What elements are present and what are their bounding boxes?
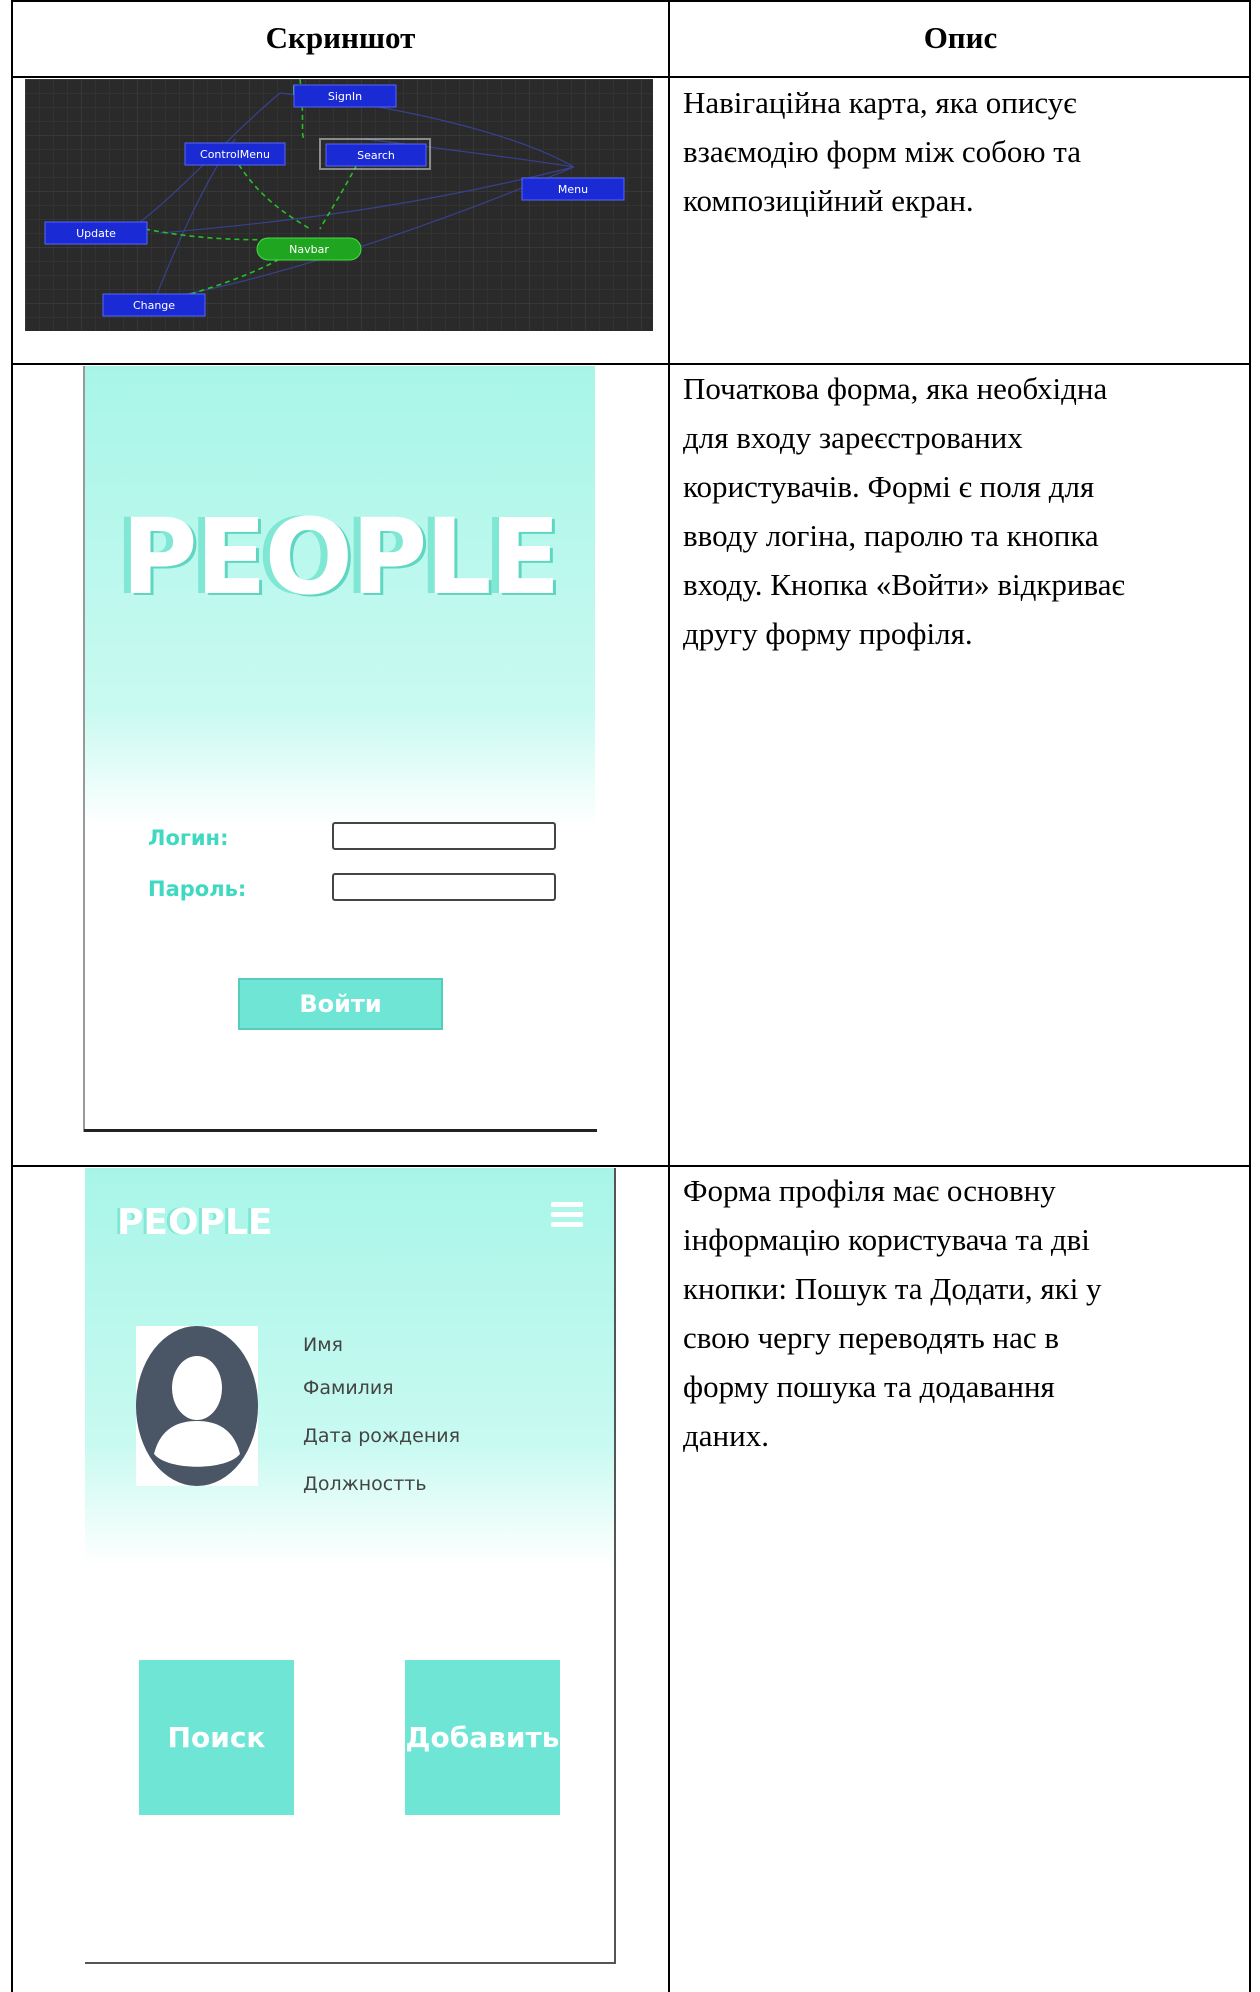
desc-line: композиційний екран. <box>683 183 974 218</box>
description-profile: Форма профіля має основну інформацію кор… <box>683 1166 1243 1460</box>
column-divider <box>668 0 670 1992</box>
desc-line: входу. Кнопка «Войти» відкриває <box>683 567 1125 602</box>
login-button[interactable]: Войти <box>238 978 443 1030</box>
header-screenshot: Скриншот <box>265 20 416 55</box>
desc-line: другу форму профіля. <box>683 616 973 651</box>
desc-line: вводу логіна, паролю та кнопка <box>683 518 1099 553</box>
profile-frame-bottom <box>85 1962 616 1964</box>
login-input[interactable] <box>332 822 556 850</box>
desc-line: для входу зареєстрованих <box>683 420 1023 455</box>
header-description: Опис <box>923 20 998 55</box>
node-menu[interactable]: Menu <box>521 177 625 201</box>
desc-line: форму пошука та додавання <box>683 1369 1055 1404</box>
avatar <box>136 1326 258 1486</box>
add-button[interactable]: Добавить <box>405 1660 560 1815</box>
desc-line: Форма профіля має основну <box>683 1173 1056 1208</box>
desc-line: інформацію користувача та дві <box>683 1222 1090 1257</box>
description-login: Початкова форма, яка необхідна для входу… <box>683 364 1243 658</box>
profile-frame-right <box>614 1168 616 1964</box>
login-label: Логин: <box>148 826 229 850</box>
password-input[interactable] <box>332 873 556 901</box>
node-menu-label: Menu <box>558 183 588 196</box>
search-button[interactable]: Поиск <box>139 1660 294 1815</box>
node-search[interactable]: Search <box>319 138 431 170</box>
desc-line: кнопки: Пошук та Додати, які у <box>683 1271 1102 1306</box>
login-frame-bottom <box>84 1129 597 1132</box>
node-change-label: Change <box>133 299 175 312</box>
node-navbar[interactable]: Navbar <box>256 237 362 261</box>
desc-line: взаємодію форм між собою та <box>683 134 1081 169</box>
desc-line: свою чергу переводять нас в <box>683 1320 1060 1355</box>
navigation-map-canvas: SignIn ControlMenu Search Menu Update Na… <box>25 79 653 331</box>
profile-position: Должностть <box>303 1473 427 1495</box>
document-table: Скриншот Опис SignIn ControlMenu Search … <box>11 0 1251 1992</box>
app-logo: PEOPLE <box>121 496 560 618</box>
profile-screen: PEOPLE Имя Фамилия Дата рождения Должнос… <box>85 1168 615 1964</box>
user-silhouette-icon <box>136 1326 258 1486</box>
node-signin[interactable]: SignIn <box>293 84 397 108</box>
desc-line: користувачів. Формі є поля для <box>683 469 1095 504</box>
description-navmap: Навігаційна карта, яка описує взаємодію … <box>683 78 1243 225</box>
node-controlmenu[interactable]: ControlMenu <box>184 142 286 166</box>
node-search-label: Search <box>357 149 395 162</box>
node-update-label: Update <box>76 227 116 240</box>
profile-first-name: Имя <box>303 1334 343 1356</box>
node-update[interactable]: Update <box>44 221 148 245</box>
node-signin-label: SignIn <box>328 90 362 103</box>
navigation-map: SignIn ControlMenu Search Menu Update Na… <box>25 79 653 331</box>
desc-line: даних. <box>683 1418 769 1453</box>
app-logo-small: PEOPLE <box>117 1202 273 1243</box>
profile-birth-date: Дата рождения <box>303 1425 461 1447</box>
hamburger-menu-icon[interactable] <box>551 1202 583 1228</box>
desc-line: Навігаційна карта, яка описує <box>683 85 1077 120</box>
profile-last-name: Фамилия <box>303 1377 394 1399</box>
login-screen: PEOPLE Логин: Пароль: Войти <box>85 366 595 1132</box>
password-label: Пароль: <box>148 877 247 901</box>
node-navbar-label: Navbar <box>289 243 329 256</box>
node-change[interactable]: Change <box>102 293 206 317</box>
desc-line: Початкова форма, яка необхідна <box>683 371 1108 406</box>
node-controlmenu-label: ControlMenu <box>200 148 270 161</box>
